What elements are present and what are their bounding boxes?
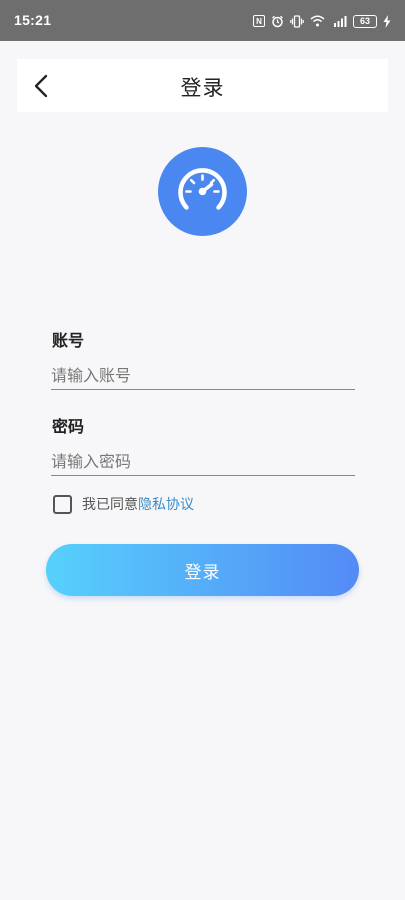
status-time: 15:21 (14, 12, 52, 28)
privacy-policy-link[interactable]: 隐私协议 (138, 494, 194, 514)
agree-checkbox[interactable] (53, 494, 72, 514)
password-input[interactable] (51, 448, 355, 476)
account-input[interactable] (51, 362, 355, 390)
battery-icon: 63 (353, 14, 377, 28)
agreement-row: 我已同意 隐私协议 (53, 493, 194, 515)
account-label: 账号 (52, 331, 85, 350)
status-bar: 15:21 N 63 (0, 0, 405, 41)
speedometer-icon (158, 168, 247, 240)
wifi-icon (310, 15, 325, 27)
page-title: 登录 (180, 76, 225, 100)
signal-5g-icon (331, 15, 347, 27)
alarm-icon (271, 15, 284, 28)
app-logo (158, 147, 247, 236)
agree-text: 我已同意 (82, 497, 138, 513)
status-icons: N 63 (253, 12, 391, 30)
nfc-icon: N (253, 15, 265, 27)
login-button[interactable]: 登录 (46, 544, 359, 596)
vibrate-icon (290, 14, 304, 28)
charging-icon (383, 14, 391, 28)
header: 登录 (17, 59, 388, 112)
password-label: 密码 (52, 417, 85, 436)
